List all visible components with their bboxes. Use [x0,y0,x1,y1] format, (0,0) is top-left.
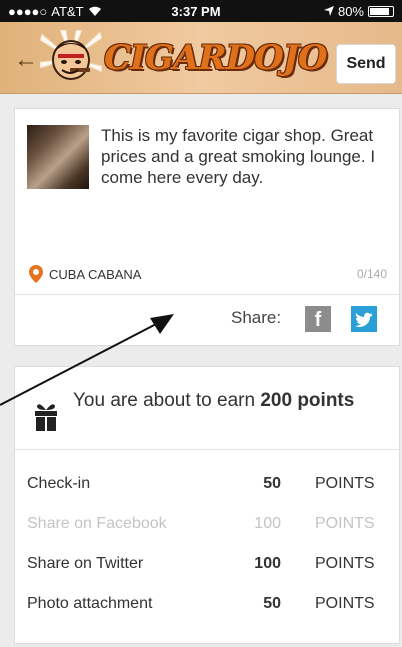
row-unit: POINTS [315,555,375,572]
earn-amount: 200 [260,390,293,411]
battery-icon [368,5,394,17]
points-row-check-in: Check-in 50 POINTS [15,467,399,507]
points-row-photo-attachment: Photo attachment 50 POINTS [15,587,399,627]
battery-percent: 80% [337,3,364,19]
row-value: 100 [254,555,281,572]
row-value: 100 [254,515,281,532]
location-row[interactable]: CUBA CABANA [29,265,141,283]
row-value: 50 [263,475,281,492]
twitter-share-button[interactable] [351,306,377,332]
divider [15,449,399,450]
send-button[interactable]: Send [336,44,396,84]
back-arrow-icon[interactable]: ← [14,46,38,74]
carrier-name: AT&T [51,3,84,19]
points-breakdown-list: Check-in 50 POINTS Share on Facebook 100… [15,467,399,627]
row-unit: POINTS [315,595,375,612]
row-unit: POINTS [315,475,375,492]
row-label: Photo attachment [27,595,153,612]
mascot-icon [40,30,102,80]
facebook-icon: f [314,309,322,331]
share-label: Share: [231,308,282,327]
points-card: You are about to earn 200 points Check-i… [14,366,400,644]
divider [15,294,399,295]
location-pin-icon [29,265,43,283]
battery-fill [370,7,390,15]
brand-logo: CIGARDOJO [104,38,327,78]
wifi-icon [88,6,101,16]
row-value: 50 [263,595,281,612]
signal-strength: ●●●●○ [8,3,48,19]
row-label: Share on Twitter [27,555,144,572]
location-name: CUBA CABANA [49,266,142,282]
points-row-share-facebook: Share on Facebook 100 POINTS [15,507,399,547]
status-right: 80% [274,4,394,19]
location-arrow-icon [323,6,334,16]
earn-suffix: points [297,390,355,411]
post-card: This is my favorite cigar shop. Great pr… [14,108,400,346]
twitter-icon [355,312,373,327]
status-bar: ●●●●○ AT&T 3:37 PM 80% [0,0,402,22]
post-text[interactable]: This is my favorite cigar shop. Great pr… [101,125,393,188]
character-counter: 0/140 [356,267,387,281]
row-label: Share on Facebook [27,515,167,532]
row-unit: POINTS [315,515,375,532]
facebook-share-button[interactable]: f [305,306,331,332]
status-time: 3:37 PM [171,3,221,19]
earn-prefix: You are about to earn [73,390,256,411]
photo-thumbnail[interactable] [27,125,89,189]
nav-bar: ← CIGARDOJO Send [0,22,402,94]
gift-icon [35,404,57,431]
points-row-share-twitter: Share on Twitter 100 POINTS [15,547,399,587]
row-label: Check-in [27,475,91,492]
earn-points-message: You are about to earn 200 points [73,387,393,415]
